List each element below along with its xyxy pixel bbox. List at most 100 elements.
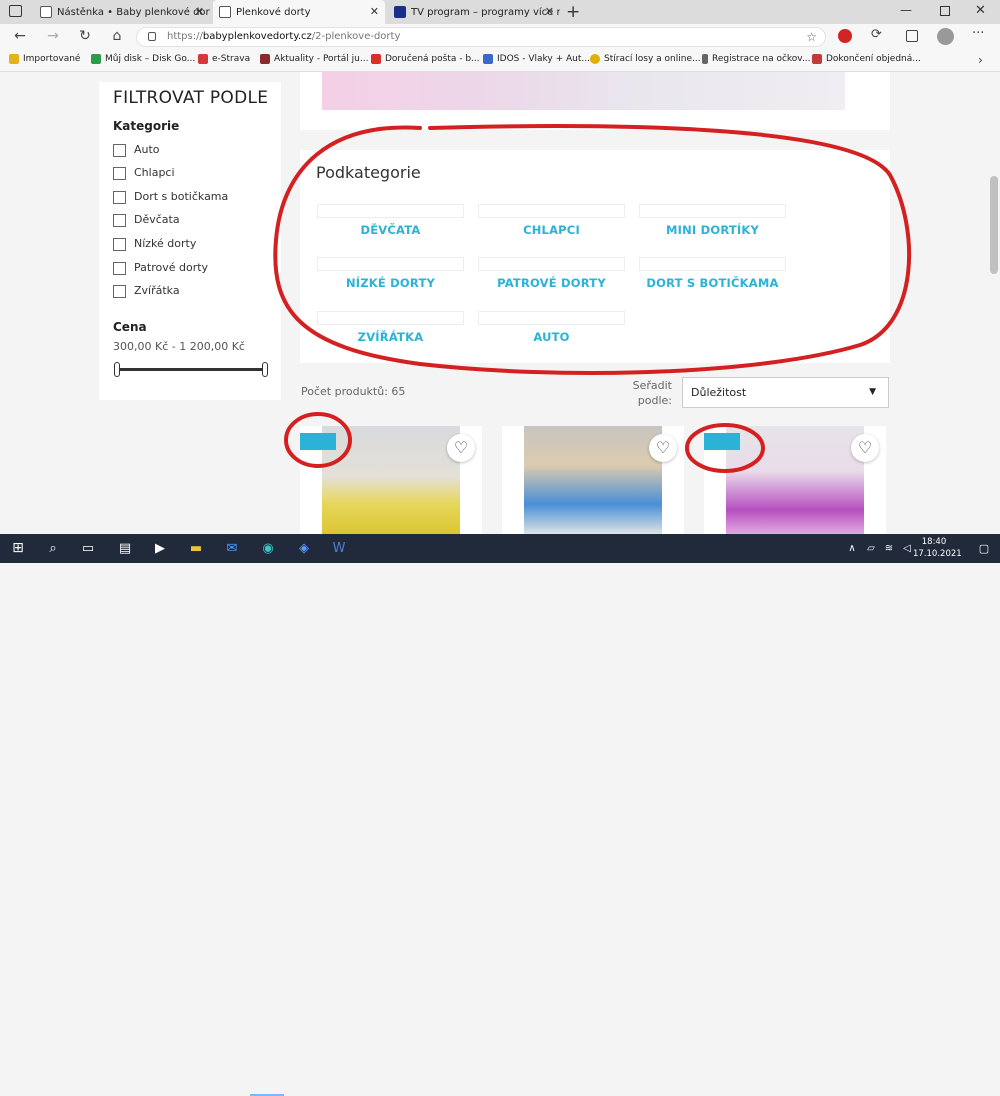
heart-icon[interactable]: ♡ — [649, 434, 677, 462]
subcategory-image[interactable] — [478, 257, 625, 271]
subcategory-image[interactable] — [478, 311, 625, 325]
subcategory-link-zviratka[interactable]: ZVÍŘÁTKA — [317, 330, 464, 344]
network-icon[interactable]: ▱ — [862, 540, 880, 557]
back-icon[interactable]: ← — [11, 28, 29, 44]
new-tab-icon[interactable]: + — [566, 2, 580, 22]
category-label[interactable]: Nízké dorty — [134, 237, 196, 250]
category-title: Kategorie — [113, 119, 180, 133]
category-label[interactable]: Auto — [134, 143, 160, 156]
extension-icon[interactable] — [838, 29, 852, 43]
product-card[interactable]: ♡ — [704, 426, 886, 534]
checkbox-zviratka[interactable] — [113, 285, 126, 298]
subcategory-image[interactable] — [317, 257, 464, 271]
file-explorer-icon[interactable]: ▬ — [187, 540, 205, 557]
checkbox-nizke-dorty[interactable] — [113, 238, 126, 251]
tab-actions-icon[interactable] — [9, 5, 22, 17]
tray-chevron-icon[interactable]: ∧ — [843, 540, 861, 557]
pdf-app-icon[interactable]: ◈ — [295, 540, 313, 557]
subcategory-link-devcata[interactable]: DĚVČATA — [317, 223, 464, 237]
forward-icon[interactable]: → — [44, 28, 62, 44]
notification-icon[interactable]: ▢ — [975, 540, 993, 557]
price-slider-min-handle[interactable] — [114, 362, 120, 377]
search-icon[interactable]: ⌕ — [44, 540, 62, 557]
bookmark-importovane[interactable]: Importované — [9, 54, 80, 64]
filter-sidebar: FILTROVAT PODLE Kategorie Auto Chlapci D… — [99, 82, 281, 400]
checkbox-chlapci[interactable] — [113, 167, 126, 180]
product-image[interactable] — [524, 426, 662, 534]
media-app-icon[interactable]: ▤ — [116, 540, 134, 557]
subcategory-image[interactable] — [317, 204, 464, 218]
checkbox-devcata[interactable] — [113, 214, 126, 227]
checkbox-auto[interactable] — [113, 144, 126, 157]
bookmark-idos[interactable]: IDOS - Vlaky + Aut... — [483, 54, 590, 64]
heart-icon[interactable]: ♡ — [447, 434, 475, 462]
subcategory-link-chlapci[interactable]: CHLAPCI — [478, 223, 625, 237]
category-label[interactable]: Chlapci — [134, 166, 175, 179]
collections-icon[interactable] — [906, 30, 918, 42]
edge-icon[interactable]: ◉ — [259, 540, 277, 557]
close-window-icon[interactable]: ✕ — [975, 3, 986, 18]
product-image[interactable] — [322, 426, 460, 534]
tab-plenkove-dorty[interactable]: Plenkové dorty ✕ — [213, 0, 385, 24]
bookmark-registrace[interactable]: Registrace na očkov... — [702, 54, 811, 64]
taskbar-clock[interactable]: 18:40 17.10.2021 — [913, 536, 962, 560]
reload-icon[interactable]: ↻ — [76, 28, 94, 44]
bookmark-losy[interactable]: Stírací losy a online... — [590, 54, 701, 64]
subcategory-image[interactable] — [639, 257, 786, 271]
tab-tv-program[interactable]: TV program – programy více než ✕ — [388, 0, 560, 24]
category-label[interactable]: Dort s botičkama — [134, 190, 228, 203]
word-icon[interactable]: W — [330, 540, 348, 557]
price-range: 300,00 Kč - 1 200,00 Kč — [113, 340, 245, 353]
subcategory-image[interactable] — [478, 204, 625, 218]
flag-icon — [812, 54, 822, 64]
bookmark-dokonceni[interactable]: Dokončení objedná... — [812, 54, 921, 64]
close-tab-icon[interactable]: ✕ — [370, 5, 379, 18]
subcategory-image[interactable] — [639, 204, 786, 218]
mail-icon[interactable]: ✉ — [223, 540, 241, 557]
subcategory-link-dort-s-botickama[interactable]: DORT S BOTIČKAMA — [639, 276, 786, 290]
bookmark-disk[interactable]: Můj disk – Disk Go... — [91, 54, 195, 64]
maximize-icon[interactable] — [940, 6, 950, 16]
sync-icon[interactable]: ⟳ — [871, 27, 882, 42]
profile-avatar[interactable] — [937, 28, 954, 45]
more-menu-icon[interactable]: ··· — [972, 26, 984, 41]
product-card[interactable]: ♡ — [300, 426, 482, 534]
favorite-star-icon[interactable]: ☆ — [806, 28, 817, 46]
banner-image — [322, 72, 845, 110]
product-card[interactable]: ♡ — [502, 426, 684, 534]
minimize-icon[interactable]: — — [900, 3, 912, 17]
subcategory-link-nizke-dorty[interactable]: NÍZKÉ DORTY — [317, 276, 464, 290]
tab-nastenka[interactable]: Nástěnka • Baby plenkové dorty ✕ — [34, 0, 210, 24]
price-slider-max-handle[interactable] — [262, 362, 268, 377]
close-tab-icon[interactable]: ✕ — [195, 5, 204, 18]
lock-icon — [148, 32, 156, 41]
category-label[interactable]: Zvířátka — [134, 284, 180, 297]
checkbox-dort-s-botickama[interactable] — [113, 191, 126, 204]
bookmark-posta[interactable]: Doručená pošta - b... — [371, 54, 480, 64]
task-view-icon[interactable]: ▭ — [79, 540, 97, 557]
subcategory-image[interactable] — [317, 311, 464, 325]
wifi-icon[interactable]: ≋ — [880, 540, 898, 557]
subcategory-link-patrove-dorty[interactable]: PATROVÉ DORTY — [478, 276, 625, 290]
close-tab-icon[interactable]: ✕ — [545, 5, 554, 18]
page-scrollbar-thumb[interactable] — [990, 176, 998, 274]
product-count: Počet produktů: 65 — [301, 385, 406, 398]
product-badge — [300, 433, 336, 450]
tab-bar: Nástěnka • Baby plenkové dorty ✕ Plenkov… — [0, 0, 1000, 24]
heart-icon[interactable]: ♡ — [851, 434, 879, 462]
subcategory-link-mini-dortiky[interactable]: MINI DORTÍKY — [639, 223, 786, 237]
subcategory-link-auto[interactable]: AUTO — [478, 330, 625, 344]
home-icon[interactable]: ⌂ — [108, 28, 126, 44]
checkbox-patrove-dorty[interactable] — [113, 262, 126, 275]
category-label[interactable]: Děvčata — [134, 213, 180, 226]
bookmarks-more-icon[interactable]: › — [978, 53, 983, 67]
category-label[interactable]: Patrové dorty — [134, 261, 208, 274]
price-slider-track[interactable] — [116, 368, 266, 371]
bookmark-estrava[interactable]: e-Strava — [198, 54, 250, 64]
bookmark-aktuality[interactable]: Aktuality - Portál ju... — [260, 54, 368, 64]
sort-select[interactable]: Důležitost ▼ — [682, 377, 889, 408]
product-image[interactable] — [726, 426, 864, 534]
url-field[interactable]: https://babyplenkovedorty.cz/2-plenkove-… — [136, 27, 826, 47]
media-player-icon[interactable]: ▶ — [151, 540, 169, 557]
windows-start-icon[interactable]: ⊞ — [9, 540, 27, 557]
